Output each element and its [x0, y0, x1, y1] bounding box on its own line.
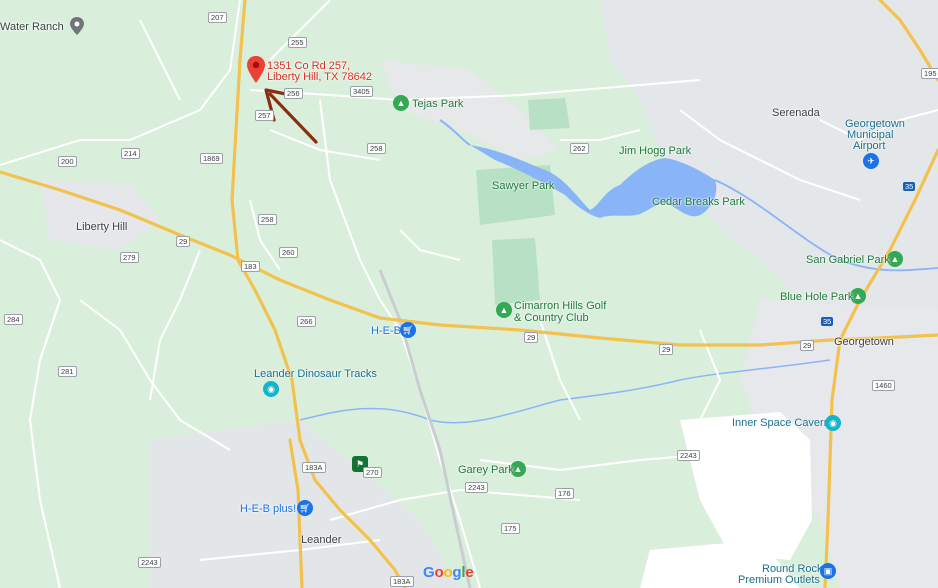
location-pin-icon[interactable]	[246, 56, 266, 84]
road-shield: 176	[555, 488, 574, 499]
road-shield: 262	[570, 143, 589, 154]
park-cedar-breaks[interactable]: Cedar Breaks Park	[652, 196, 745, 209]
park-jim-hogg[interactable]: Jim Hogg Park	[619, 145, 691, 158]
road-shield: 257	[255, 110, 274, 121]
place-pin-icon	[70, 17, 84, 35]
highway-shield: 183A	[302, 462, 326, 473]
store-heb[interactable]: H-E-B	[371, 325, 401, 338]
road-shield: 2243	[677, 450, 700, 461]
road-shield: 3405	[350, 86, 373, 97]
park-garey[interactable]: Garey Park	[458, 464, 514, 477]
golf-course-icon[interactable]: ▲	[496, 302, 512, 318]
park-blue-hole[interactable]: Blue Hole Park	[780, 291, 853, 304]
poi-inner-space-cavern[interactable]: Inner Space Cavern	[732, 417, 830, 430]
store-heb-plus[interactable]: H-E-B plus!	[240, 503, 296, 516]
road-shield: 2243	[138, 557, 161, 568]
interstate-shield: 35	[821, 317, 834, 326]
interstate-shield: 35	[903, 182, 916, 191]
park-cimarron	[492, 238, 540, 305]
google-logo-letter: G	[423, 564, 435, 581]
road-shield: 256	[284, 88, 303, 99]
highway-shield: 29	[176, 236, 191, 247]
shopping-bag-icon[interactable]: ▣	[820, 563, 836, 579]
place-georgetown[interactable]: Georgetown	[834, 336, 894, 349]
park-san-gabriel[interactable]: San Gabriel Park	[806, 254, 890, 267]
road-shield: 200	[58, 156, 77, 167]
road-shield: 2243	[465, 482, 488, 493]
place-leander[interactable]: Leander	[301, 534, 341, 547]
road-shield: 214	[121, 148, 140, 159]
park-tree-icon[interactable]: ▲	[393, 95, 409, 111]
road-shield: 266	[297, 316, 316, 327]
poi-round-rock-line-2[interactable]: Premium Outlets	[738, 574, 820, 587]
road-shield: 195	[921, 68, 938, 79]
park-tejas[interactable]: Tejas Park	[412, 98, 463, 111]
road-shield: 1869	[200, 153, 223, 164]
attraction-icon[interactable]: ◉	[263, 381, 279, 397]
place-serenada[interactable]: Serenada	[772, 107, 820, 120]
shopping-cart-icon[interactable]: 🛒︎	[400, 322, 416, 338]
google-logo: Google	[423, 564, 474, 581]
park-cimarron-line-2[interactable]: & Country Club	[514, 312, 589, 325]
highway-shield: 29	[524, 332, 539, 343]
poi-dinosaur-tracks[interactable]: Leander Dinosaur Tracks	[254, 368, 377, 381]
highway-shield: 183A	[390, 576, 414, 587]
google-logo-letter: e	[465, 564, 474, 581]
road-shield: 270	[363, 467, 382, 478]
road-shield: 207	[208, 12, 227, 23]
park-tejas-area	[528, 98, 570, 130]
road-shield: 255	[288, 37, 307, 48]
park-cimarron-line-1[interactable]: Cimarron Hills Golf	[514, 300, 606, 313]
road-shield: 281	[58, 366, 77, 377]
road-shield: 258	[367, 143, 386, 154]
place-liberty-hill[interactable]: Liberty Hill	[76, 221, 127, 234]
highway-shield: 29	[659, 344, 674, 355]
road-shield: 284	[4, 314, 23, 325]
airplane-icon[interactable]: ✈	[863, 153, 879, 169]
highway-shield: 29	[800, 340, 815, 351]
map-canvas[interactable]: 1351 Co Rd 257, Liberty Hill, TX 78642 W…	[0, 0, 938, 588]
park-sawyer-label[interactable]: Sawyer Park	[492, 180, 554, 193]
road-shield: 279	[120, 252, 139, 263]
road-shield: 258	[258, 214, 277, 225]
highway-shield: 183	[241, 261, 260, 272]
road-shield: 260	[279, 247, 298, 258]
attraction-icon[interactable]: ◉	[825, 415, 841, 431]
road-shield: 1460	[872, 380, 895, 391]
road-shield: 175	[501, 523, 520, 534]
poi-airport-line-3[interactable]: Airport	[853, 140, 885, 153]
place-water-ranch[interactable]: Water Ranch	[0, 21, 64, 34]
shopping-cart-icon[interactable]: 🛒︎	[297, 500, 313, 516]
